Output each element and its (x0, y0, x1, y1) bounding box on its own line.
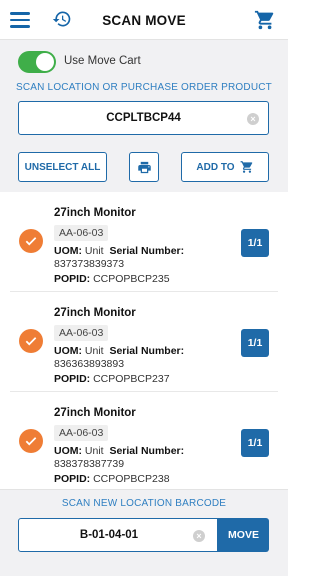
item-name: 27inch Monitor (54, 207, 136, 219)
clear-icon[interactable]: × (247, 113, 259, 125)
add-to-label: ADD TO (196, 161, 235, 173)
app-header: SCAN MOVE (0, 0, 288, 40)
item-location: AA-06-03 (54, 325, 109, 341)
quantity-button[interactable]: 1/1 (241, 329, 269, 357)
item-uom-serial: UOM: Unit Serial Number: (54, 245, 185, 257)
item-name: 27inch Monitor (54, 407, 136, 419)
new-location-value: B-01-04-01 (79, 529, 139, 541)
list-item[interactable]: 27inch Monitor AA-06-03 UOM: Unit Serial… (10, 393, 278, 492)
item-popid: POPID: CCPOPBCP238 (54, 473, 170, 485)
item-location: AA-06-03 (54, 425, 109, 441)
print-button[interactable] (129, 152, 159, 182)
item-serial: 838378387739 (54, 458, 125, 470)
clear-icon[interactable]: × (193, 530, 205, 542)
printer-icon (137, 161, 151, 173)
cart-icon (240, 161, 252, 173)
new-location-input[interactable]: B-01-04-01 × (18, 518, 218, 552)
quantity-button[interactable]: 1/1 (241, 429, 269, 457)
item-uom-serial: UOM: Unit Serial Number: (54, 445, 185, 457)
item-popid: POPID: CCPOPBCP237 (54, 373, 170, 385)
move-cart-toggle[interactable] (18, 51, 56, 73)
item-serial: 836363893893 (54, 358, 125, 370)
item-location: AA-06-03 (54, 225, 109, 241)
quantity-button[interactable]: 1/1 (241, 229, 269, 257)
add-to-cart-button[interactable]: ADD TO (181, 152, 269, 182)
item-name: 27inch Monitor (54, 307, 136, 319)
scan-input[interactable]: CCPLTBCP44 × (18, 101, 269, 135)
check-icon[interactable] (19, 329, 43, 353)
cart-icon[interactable] (254, 9, 276, 31)
unselect-all-button[interactable]: UNSELECT ALL (18, 152, 107, 182)
item-popid: POPID: CCPOPBCP235 (54, 273, 170, 285)
list-item[interactable]: 27inch Monitor AA-06-03 UOM: Unit Serial… (10, 293, 278, 392)
item-uom-serial: UOM: Unit Serial Number: (54, 345, 185, 357)
page-title: SCAN MOVE (102, 13, 186, 28)
scan-input-value: CCPLTBCP44 (106, 112, 181, 124)
item-serial: 837373839373 (54, 258, 125, 270)
check-icon[interactable] (19, 229, 43, 253)
new-location-heading: SCAN NEW LOCATION BARCODE (61, 498, 227, 509)
check-icon[interactable] (19, 429, 43, 453)
move-button[interactable]: MOVE (218, 518, 269, 552)
move-cart-label: Use Move Cart (64, 55, 141, 67)
list-item[interactable]: 27inch Monitor AA-06-03 UOM: Unit Serial… (10, 193, 278, 292)
scan-heading: SCAN LOCATION OR PURCHASE ORDER PRODUCT (16, 82, 272, 93)
